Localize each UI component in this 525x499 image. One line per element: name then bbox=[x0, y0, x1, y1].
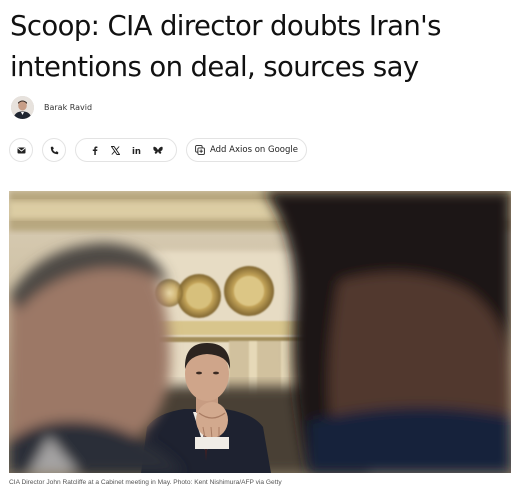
author-avatar[interactable] bbox=[11, 96, 34, 119]
linkedin-icon[interactable]: in bbox=[126, 146, 147, 155]
headline-line-2: intentions on deal, sources say bbox=[10, 51, 419, 83]
article-headline: Scoop: CIA director doubts Iran's intent… bbox=[10, 6, 515, 88]
google-add-icon bbox=[195, 145, 205, 155]
facebook-icon[interactable] bbox=[84, 146, 105, 155]
hero-photo bbox=[9, 191, 511, 473]
add-axios-on-google-label: Add Axios on Google bbox=[210, 145, 298, 155]
x-icon[interactable] bbox=[105, 145, 126, 155]
svg-text:in: in bbox=[132, 147, 141, 155]
phone-icon bbox=[50, 146, 59, 155]
social-share-group: in bbox=[75, 138, 177, 162]
headline-line-1: Scoop: CIA director doubts Iran's bbox=[10, 10, 441, 42]
byline: Barak Ravid bbox=[11, 96, 92, 119]
author-name[interactable]: Barak Ravid bbox=[44, 103, 92, 112]
share-phone-button[interactable] bbox=[42, 138, 66, 162]
envelope-icon bbox=[17, 147, 26, 154]
add-axios-on-google-button[interactable]: Add Axios on Google bbox=[186, 138, 307, 162]
photo-caption: CIA Director John Ratcliffe at a Cabinet… bbox=[9, 479, 282, 486]
share-bar: in Add Axios on Google bbox=[9, 138, 307, 162]
bluesky-icon[interactable] bbox=[147, 146, 168, 155]
share-email-button[interactable] bbox=[9, 138, 33, 162]
